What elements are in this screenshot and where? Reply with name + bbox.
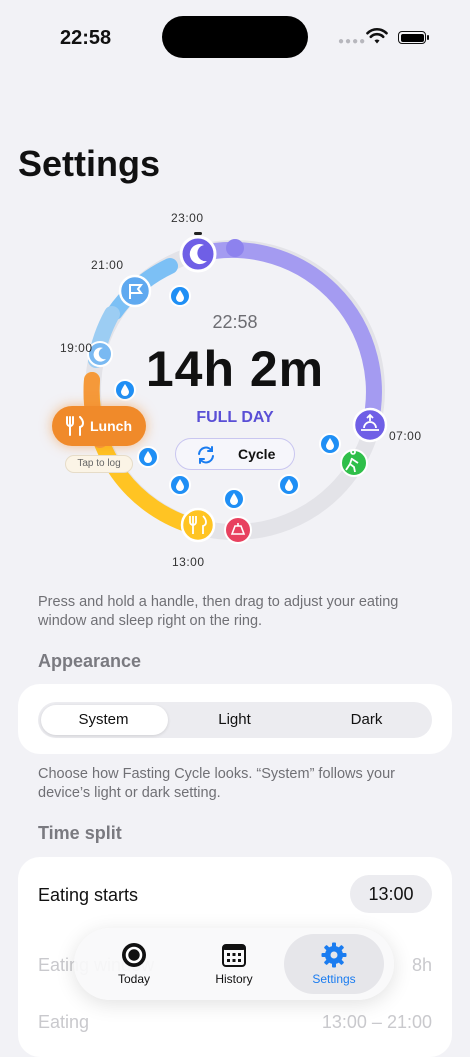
segment-dark[interactable]: Dark: [301, 711, 432, 728]
cycle-button[interactable]: Cycle: [175, 438, 295, 470]
target-icon: [122, 943, 146, 967]
tick-1300: 13:00: [172, 555, 205, 569]
flag-handle: [118, 274, 152, 308]
sleep-handle: [179, 235, 217, 273]
eating-starts-value[interactable]: 13:00: [350, 875, 432, 913]
ring-knob: [226, 239, 244, 257]
lunch-label: Lunch: [90, 418, 132, 434]
tab-settings-label: Settings: [312, 972, 356, 986]
appearance-card: System Light Dark: [18, 684, 452, 754]
calendar-icon: [222, 944, 246, 967]
eating-starts-label: Eating starts: [38, 885, 139, 905]
page-title: Settings: [18, 143, 161, 184]
signal-icon: ●●●●: [338, 36, 367, 47]
segment-light[interactable]: Light: [169, 711, 300, 728]
lunch-handle[interactable]: Lunch: [52, 406, 146, 446]
wifi-icon: [366, 28, 388, 44]
fork-knife-icon: [66, 416, 84, 436]
current-clock: 22:58: [212, 312, 258, 332]
ring-help-text: Press and hold a handle, then drag to ad…: [38, 594, 399, 629]
elapsed-time: 14h 2m: [145, 341, 325, 397]
segment-system[interactable]: System: [38, 711, 169, 728]
tab-history-label: History: [215, 972, 253, 986]
appearance-header: Appearance: [38, 651, 142, 671]
status-time: 22:58: [60, 27, 112, 49]
tick-2100: 21:00: [91, 258, 124, 272]
snack-handle: [224, 516, 252, 544]
time-split-header: Time split: [38, 823, 122, 843]
tab-bar: Today History Settings: [74, 928, 394, 1000]
tab-settings[interactable]: Settings: [284, 934, 384, 994]
appearance-segmented-control[interactable]: System Light Dark: [38, 702, 432, 738]
eating-end-handle: [180, 507, 216, 543]
tab-today[interactable]: Today: [84, 934, 184, 994]
cycle-label: Cycle: [238, 446, 276, 462]
eating-label: Eating: [38, 1012, 90, 1032]
cycle-icon: [198, 446, 214, 464]
dynamic-island: [162, 16, 308, 58]
gear-icon: [321, 942, 347, 968]
tap-to-log-hint[interactable]: Tap to log: [65, 455, 133, 473]
tick-0700: 07:00: [389, 429, 422, 443]
battery-icon: [398, 31, 429, 44]
appearance-help-text: Choose how Fasting Cycle looks. “System”…: [38, 766, 395, 801]
tab-history[interactable]: History: [184, 934, 284, 994]
sleep-arc: [190, 241, 382, 433]
eating-window-value[interactable]: 8h: [412, 955, 432, 976]
tick-2300: 23:00: [171, 211, 204, 225]
tab-today-label: Today: [117, 972, 151, 986]
eating-range-value: 13:00 – 21:00: [321, 1012, 432, 1032]
